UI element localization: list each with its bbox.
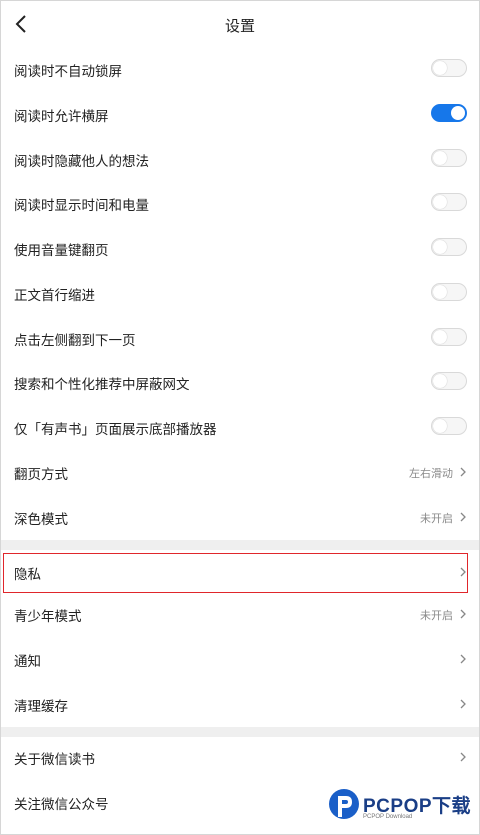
setting-value: 左右滑动 [409,467,453,480]
toggle-switch[interactable] [431,372,467,390]
setting-label: 阅读时显示时间和电量 [14,198,149,214]
toggle-knob [433,419,447,433]
setting-label: 阅读时允许横屏 [14,109,109,125]
toggle-switch[interactable] [431,193,467,211]
setting-label: 仅「有声书」页面展示底部播放器 [14,422,217,438]
toggle-switch[interactable] [431,59,467,77]
setting-label: 搜索和个性化推荐中屏蔽网文 [14,377,190,393]
toggle-knob [433,61,447,75]
setting-label: 点击左侧翻到下一页 [14,333,136,349]
setting-row-clear-cache[interactable]: 清理缓存 [1,682,479,727]
setting-row-allow-landscape[interactable]: 阅读时允许横屏 [1,92,479,137]
chevron-right-icon [460,699,466,709]
setting-row-page-turn[interactable]: 翻页方式 左右滑动 [1,450,479,495]
setting-label: 清理缓存 [14,699,68,715]
setting-row-audiobook-player[interactable]: 仅「有声书」页面展示底部播放器 [1,405,479,450]
setting-label: 关注微信公众号 [14,797,109,813]
watermark-logo: PCPOP下载 PCPOP Download [327,787,477,829]
setting-row-block-webnovels[interactable]: 搜索和个性化推荐中屏蔽网文 [1,360,479,405]
setting-row-dark-mode[interactable]: 深色模式 未开启 [1,495,479,540]
setting-row-show-time-battery[interactable]: 阅读时显示时间和电量 [1,181,479,226]
setting-row-teen-mode[interactable]: 青少年模式 未开启 [1,592,479,637]
setting-row-first-line-indent[interactable]: 正文首行缩进 [1,271,479,316]
toggle-switch[interactable] [431,149,467,167]
setting-row-volume-keys[interactable]: 使用音量键翻页 [1,226,479,271]
setting-label: 翻页方式 [14,467,68,483]
settings-screen: 设置 阅读时不自动锁屏 阅读时允许横屏 阅读时隐藏他人的想法 阅读时显示时间和电… [0,0,480,835]
setting-value: 未开启 [420,609,453,622]
toggle-knob [433,240,447,254]
pcpop-logo-icon [329,789,359,819]
setting-row-no-autolock[interactable]: 阅读时不自动锁屏 [1,47,479,92]
setting-label: 关于微信读书 [14,752,95,768]
chevron-right-icon [460,752,466,762]
chevron-right-icon [460,512,466,522]
setting-row-hide-thoughts[interactable]: 阅读时隐藏他人的想法 [1,137,479,182]
setting-row-about[interactable]: 关于微信读书 [1,735,479,780]
toggle-switch[interactable] [431,238,467,256]
setting-label: 隐私 [14,567,41,583]
section-divider [1,540,479,550]
page-title: 设置 [224,17,255,35]
chevron-right-icon [460,467,466,477]
setting-label: 正文首行缩进 [14,288,95,304]
toggle-switch[interactable] [431,283,467,301]
toggle-knob [433,374,447,388]
setting-label: 深色模式 [14,512,68,528]
toggle-switch[interactable] [431,104,467,122]
toggle-knob [433,151,447,165]
setting-label: 青少年模式 [14,609,82,625]
toggle-knob [451,106,465,120]
toggle-switch[interactable] [431,417,467,435]
watermark-subtext: PCPOP Download [363,814,413,820]
setting-row-left-tap-next[interactable]: 点击左侧翻到下一页 [1,316,479,361]
toggle-knob [433,285,447,299]
setting-label: 使用音量键翻页 [14,243,109,259]
setting-label: 通知 [14,654,41,670]
setting-label: 阅读时不自动锁屏 [14,64,122,80]
setting-label: 阅读时隐藏他人的想法 [14,154,149,170]
toggle-knob [433,330,447,344]
setting-value: 未开启 [420,512,453,525]
toggle-switch[interactable] [431,328,467,346]
header: 设置 [1,1,479,47]
chevron-right-icon [460,567,466,577]
toggle-knob [433,195,447,209]
chevron-right-icon [460,609,466,619]
chevron-right-icon [460,654,466,664]
setting-row-privacy[interactable]: 隐私 [1,550,479,595]
setting-row-notifications[interactable]: 通知 [1,637,479,682]
